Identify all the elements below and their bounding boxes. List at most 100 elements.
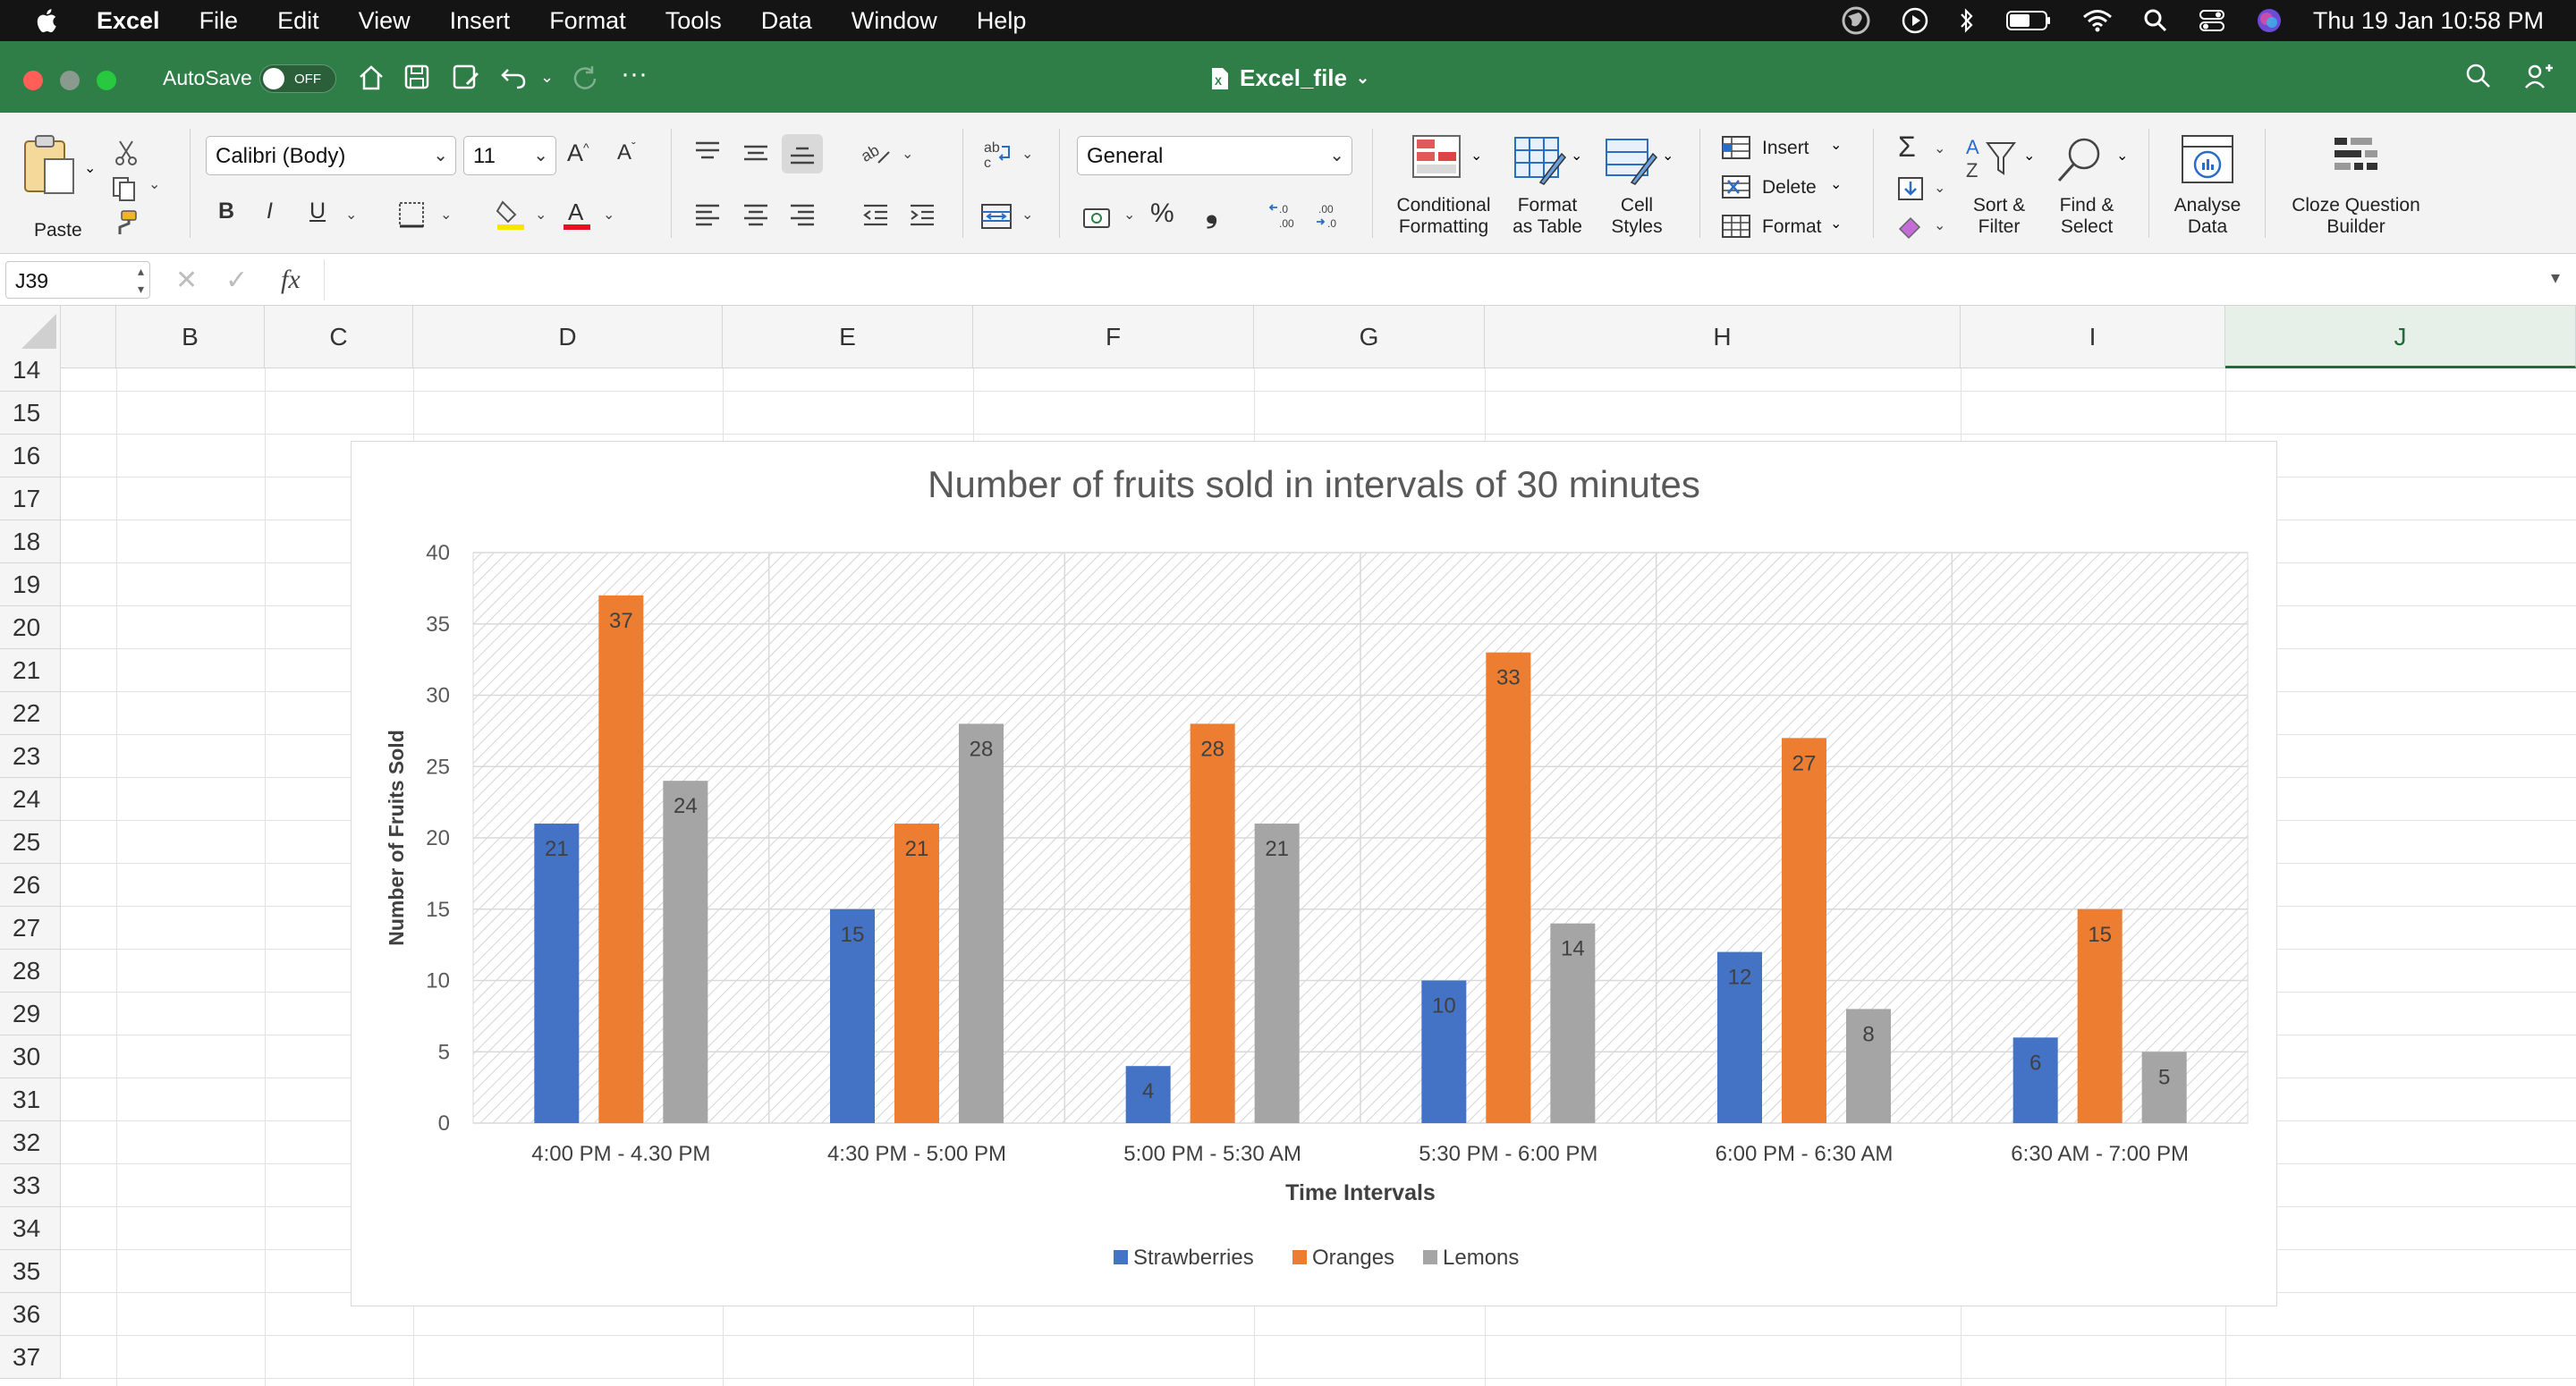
insert-function-icon[interactable]: fx xyxy=(281,265,301,295)
column-header-b[interactable]: B xyxy=(116,306,265,368)
cut-icon[interactable] xyxy=(114,139,138,166)
wifi-icon[interactable] xyxy=(2082,8,2113,33)
paste-dropdown-icon[interactable]: ⌄ xyxy=(84,159,96,177)
fill-dropdown-icon[interactable]: ⌄ xyxy=(1934,179,1945,197)
fill-color-dropdown-icon[interactable]: ⌄ xyxy=(535,206,547,224)
formula-input[interactable] xyxy=(324,259,2538,300)
underline-dropdown-icon[interactable]: ⌄ xyxy=(345,206,357,224)
orientation-dropdown-icon[interactable]: ⌄ xyxy=(902,145,913,163)
cancel-formula-icon[interactable]: ✕ xyxy=(175,265,198,296)
menu-edit[interactable]: Edit xyxy=(277,7,319,35)
row-header-25[interactable]: 25 xyxy=(0,821,61,864)
menu-file[interactable]: File xyxy=(199,7,239,35)
column-header-c[interactable]: C xyxy=(265,306,413,368)
row-header-17[interactable]: 17 xyxy=(0,477,61,520)
column-header-e[interactable]: E xyxy=(723,306,973,368)
autosave-toggle[interactable]: OFF xyxy=(259,64,336,93)
find-select-button[interactable]: ⌄ Find & Select xyxy=(2045,132,2129,240)
redo-icon[interactable] xyxy=(571,63,599,91)
column-header-i[interactable]: I xyxy=(1961,306,2225,368)
menubar-datetime[interactable]: Thu 19 Jan 10:58 PM xyxy=(2313,7,2544,35)
align-center-icon[interactable] xyxy=(741,202,771,229)
row-header-18[interactable]: 18 xyxy=(0,520,61,563)
legend-entry[interactable]: Strawberries xyxy=(1133,1246,1254,1270)
font-name-select[interactable]: Calibri (Body) ⌄ xyxy=(206,136,456,175)
analyse-data-button[interactable]: Analyse Data xyxy=(2163,132,2252,240)
row-header-31[interactable]: 31 xyxy=(0,1078,61,1121)
borders-icon[interactable] xyxy=(397,200,426,229)
decrease-font-size-icon[interactable]: Aˇ xyxy=(617,139,636,165)
row-header-37[interactable]: 37 xyxy=(0,1336,61,1379)
zoom-window-button[interactable] xyxy=(97,71,116,90)
row-header-35[interactable]: 35 xyxy=(0,1250,61,1293)
chart-legend[interactable]: Strawberries Oranges Lemons xyxy=(1114,1246,1519,1270)
menu-format[interactable]: Format xyxy=(549,7,626,35)
document-title[interactable]: X Excel_file ⌄ xyxy=(1209,64,1369,92)
row-header-24[interactable]: 24 xyxy=(0,778,61,821)
row-header-23[interactable]: 23 xyxy=(0,735,61,778)
number-format-select[interactable]: General ⌄ xyxy=(1077,136,1352,175)
copy-dropdown-icon[interactable]: ⌄ xyxy=(148,175,160,193)
legend-entry[interactable]: Oranges xyxy=(1312,1246,1394,1270)
align-right-icon[interactable] xyxy=(787,202,818,229)
undo-dropdown-icon[interactable]: ⌄ xyxy=(540,68,554,87)
expand-formula-icon[interactable]: ▾ xyxy=(2551,266,2560,289)
chart-object[interactable]: Number of fruits sold in intervals of 30… xyxy=(351,441,2277,1306)
row-header-20[interactable]: 20 xyxy=(0,606,61,649)
menu-insert[interactable]: Insert xyxy=(450,7,511,35)
row-header-29[interactable]: 29 xyxy=(0,993,61,1035)
row-header-30[interactable]: 30 xyxy=(0,1035,61,1078)
menu-data[interactable]: Data xyxy=(761,7,812,35)
legend-entry[interactable]: Lemons xyxy=(1443,1246,1519,1270)
row-header-15[interactable]: 15 xyxy=(0,392,61,435)
bar-oranges[interactable] xyxy=(1190,723,1235,1123)
chart-title[interactable]: Number of fruits sold in intervals of 30… xyxy=(928,463,1700,505)
fill-down-icon[interactable] xyxy=(1896,175,1925,202)
app-menu-excel[interactable]: Excel xyxy=(97,7,160,35)
bar-oranges[interactable] xyxy=(598,595,644,1123)
row-header-14[interactable]: 14 xyxy=(0,349,61,392)
bar-lemons[interactable] xyxy=(1254,824,1300,1123)
align-middle-icon[interactable] xyxy=(741,139,771,166)
row-header-34[interactable]: 34 xyxy=(0,1207,61,1250)
row-header-26[interactable]: 26 xyxy=(0,864,61,907)
row-header-16[interactable]: 16 xyxy=(0,435,61,477)
font-size-select[interactable]: 11 ⌄ xyxy=(463,136,556,175)
fill-color-icon[interactable] xyxy=(496,199,526,231)
undo-icon[interactable] xyxy=(499,63,530,91)
decrease-indent-icon[interactable] xyxy=(860,202,891,229)
column-header-g[interactable]: G xyxy=(1254,306,1485,368)
row-header-21[interactable]: 21 xyxy=(0,649,61,692)
cell-styles-button[interactable]: ⌄ Cell Styles xyxy=(1594,132,1680,240)
menu-help[interactable]: Help xyxy=(977,7,1027,35)
bar-oranges[interactable] xyxy=(1486,652,1531,1123)
close-window-button[interactable] xyxy=(23,71,43,90)
align-bottom-button[interactable] xyxy=(782,134,823,173)
row-header-36[interactable]: 36 xyxy=(0,1293,61,1336)
minimize-window-button[interactable] xyxy=(60,71,80,90)
apple-icon[interactable] xyxy=(36,7,61,34)
italic-button[interactable]: I xyxy=(267,199,273,224)
confirm-formula-icon[interactable]: ✓ xyxy=(225,265,248,296)
menu-view[interactable]: View xyxy=(359,7,411,35)
x-axis-title[interactable]: Time Intervals xyxy=(1285,1180,1436,1205)
clear-dropdown-icon[interactable]: ⌄ xyxy=(1934,216,1945,234)
bar-lemons[interactable] xyxy=(959,723,1004,1123)
font-color-icon[interactable]: A xyxy=(562,199,592,231)
column-header-d[interactable]: D xyxy=(413,306,723,368)
column-header-f[interactable]: F xyxy=(973,306,1254,368)
play-icon[interactable] xyxy=(1902,7,1928,34)
menu-window[interactable]: Window xyxy=(852,7,937,35)
insert-cells-button[interactable]: Insert ⌄ xyxy=(1721,134,1855,165)
delete-cells-button[interactable]: Delete ⌄ xyxy=(1721,173,1855,204)
battery-icon[interactable] xyxy=(2005,9,2052,32)
y-axis-title[interactable]: Number of Fruits Sold xyxy=(385,730,408,946)
format-painter-icon[interactable] xyxy=(113,209,140,236)
cloze-question-builder-button[interactable]: Cloze Question Builder xyxy=(2279,132,2433,240)
conditional-formatting-button[interactable]: ⌄ Conditional Formatting xyxy=(1390,132,1497,240)
clear-icon[interactable] xyxy=(1896,213,1925,240)
underline-button[interactable]: U xyxy=(309,199,326,224)
menu-tools[interactable]: Tools xyxy=(665,7,722,35)
row-header-32[interactable]: 32 xyxy=(0,1121,61,1164)
save-as-icon[interactable] xyxy=(451,63,481,91)
